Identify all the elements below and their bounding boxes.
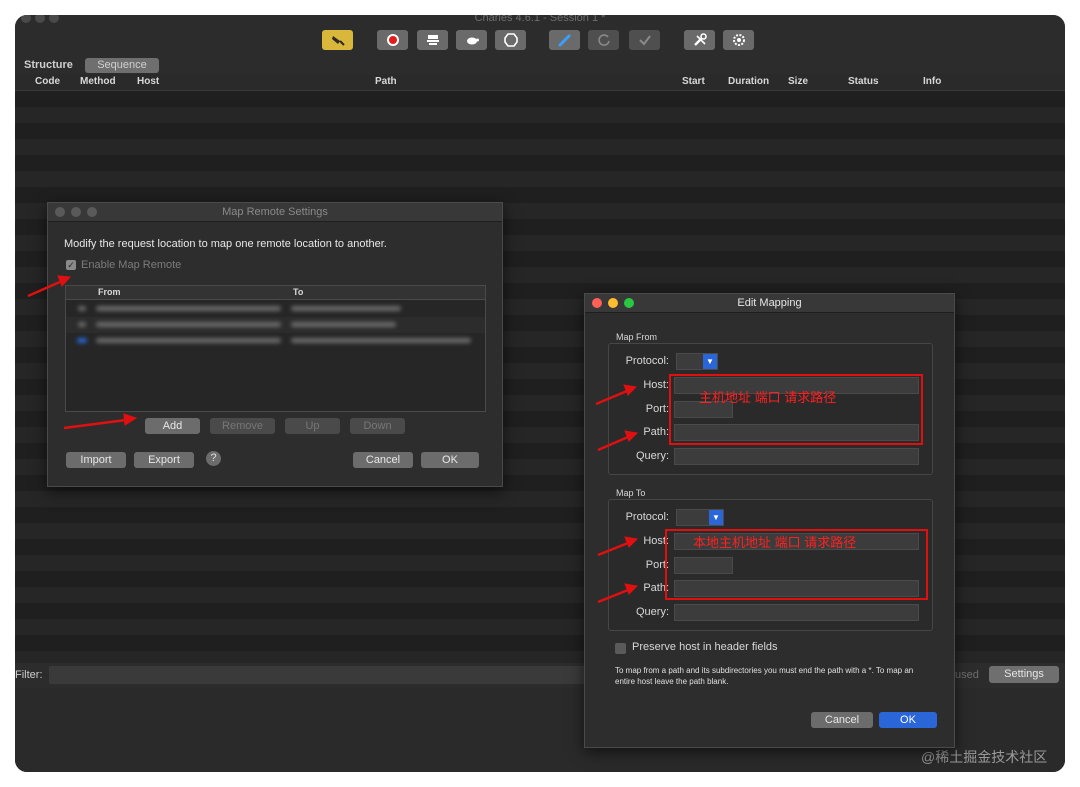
arrow-to-enable-checkbox: [27, 275, 72, 298]
annotation-arrows: [27, 275, 639, 604]
arrow-to-to-path: [597, 583, 639, 604]
arrow-to-from-host: [595, 384, 638, 406]
arrow-to-to-host: [597, 536, 639, 557]
arrow-to-add-button: [63, 413, 138, 430]
arrow-to-from-path: [597, 430, 639, 452]
